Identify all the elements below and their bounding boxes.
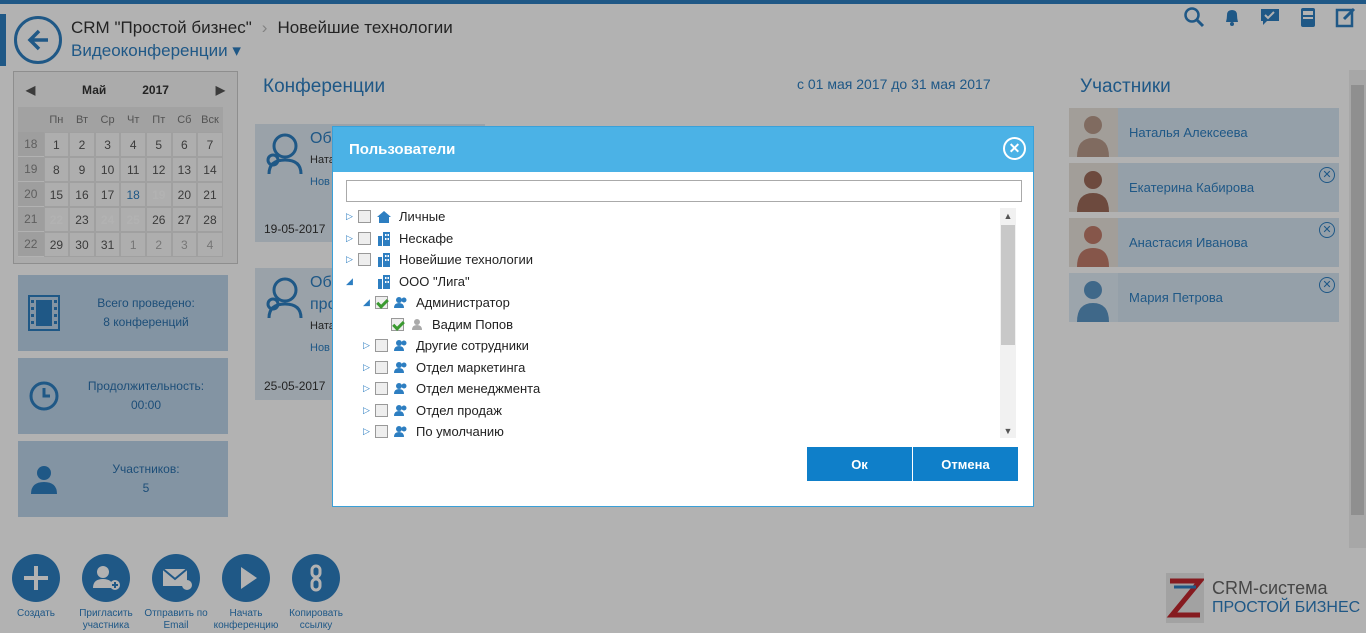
tree-node-label: Нескафе [399, 230, 454, 246]
home-icon [375, 209, 393, 225]
tree-node[interactable]: ▷ Отдел продаж [363, 400, 502, 421]
tree-checkbox[interactable] [375, 403, 388, 417]
tree-node[interactable]: ▷ Личные [346, 206, 445, 227]
expand-icon[interactable]: ▷ [346, 233, 358, 244]
tree-node-label: ООО "Лига" [399, 273, 470, 289]
tree-node-label: Личные [399, 209, 446, 224]
expand-icon[interactable]: ▷ [346, 211, 358, 222]
tree-node[interactable]: ◢ Администратор [363, 292, 510, 313]
tree-node[interactable]: ▷ По умолчанию [363, 421, 504, 438]
scroll-down-icon[interactable]: ▼ [1000, 423, 1016, 438]
tree-node[interactable]: ▷ Отдел менеджмента [363, 378, 540, 399]
cancel-button[interactable]: Отмена [913, 447, 1018, 481]
scroll-thumb[interactable] [1001, 225, 1015, 345]
tree-checkbox[interactable] [375, 296, 388, 309]
expand-icon[interactable]: ▷ [363, 362, 375, 373]
tree-node-label: Отдел продаж [416, 402, 502, 418]
expand-icon[interactable]: ▷ [363, 340, 375, 351]
tree-node[interactable]: ◢ ООО "Лига" [346, 271, 470, 292]
building-icon [375, 252, 393, 268]
tree-checkbox[interactable] [391, 317, 404, 331]
tree-node[interactable]: ▷ Другие сотрудники [363, 335, 529, 356]
tree-checkbox[interactable] [358, 253, 371, 266]
tree-node-label: Новейшие технологии [399, 252, 534, 267]
tree-node[interactable]: ▷ Нескафе [346, 228, 453, 249]
tree-node-label: Вадим Попов [432, 316, 514, 332]
tree-node[interactable]: Вадим Попов [379, 314, 513, 335]
ok-button[interactable]: Ок [807, 447, 912, 481]
tree-checkbox[interactable] [358, 231, 371, 245]
expand-icon[interactable]: ▷ [363, 426, 375, 437]
users-tree: ▷ Личные ▷ Нескафе ▷ Новейшие технологии ◢ ООО … [343, 206, 1021, 438]
group-icon [392, 381, 410, 397]
tree-node-label: Отдел менеджмента [416, 381, 541, 396]
collapse-icon[interactable]: ◢ [346, 276, 358, 287]
collapse-icon[interactable]: ◢ [363, 297, 375, 308]
group-icon [392, 338, 410, 354]
group-icon [392, 424, 410, 439]
tree-checkbox[interactable] [375, 339, 388, 352]
expand-icon[interactable]: ▷ [363, 383, 375, 394]
tree-checkbox[interactable] [375, 425, 388, 438]
user-icon [408, 316, 426, 332]
search-input[interactable] [346, 180, 1022, 202]
tree-scrollbar[interactable]: ▲ ▼ [1000, 208, 1016, 438]
expand-icon[interactable]: ▷ [346, 254, 358, 265]
tree-checkbox[interactable] [375, 360, 388, 374]
group-icon [392, 295, 410, 311]
scroll-up-icon[interactable]: ▲ [1000, 208, 1016, 223]
tree-node-label: Администратор [416, 295, 510, 310]
tree-checkbox[interactable] [358, 210, 371, 223]
tree-node-label: Отдел маркетинга [416, 359, 526, 375]
group-icon [392, 359, 410, 375]
tree-node[interactable]: ▷ Отдел маркетинга [363, 357, 525, 378]
building-icon [375, 230, 393, 246]
tree-node[interactable]: ▷ Новейшие технологии [346, 249, 533, 270]
tree-checkbox[interactable] [375, 382, 388, 395]
tree-node-label: По умолчанию [416, 424, 504, 438]
group-icon [392, 402, 410, 418]
expand-icon[interactable]: ▷ [363, 405, 375, 416]
dialog-title: Пользователи [333, 127, 1033, 172]
building-icon [375, 273, 393, 289]
users-dialog: Пользователи ✕ ▷ Личные ▷ Нескафе ▷ Новейшие … [332, 126, 1034, 507]
tree-node-label: Другие сотрудники [416, 338, 529, 353]
close-icon[interactable]: ✕ [1003, 137, 1026, 160]
